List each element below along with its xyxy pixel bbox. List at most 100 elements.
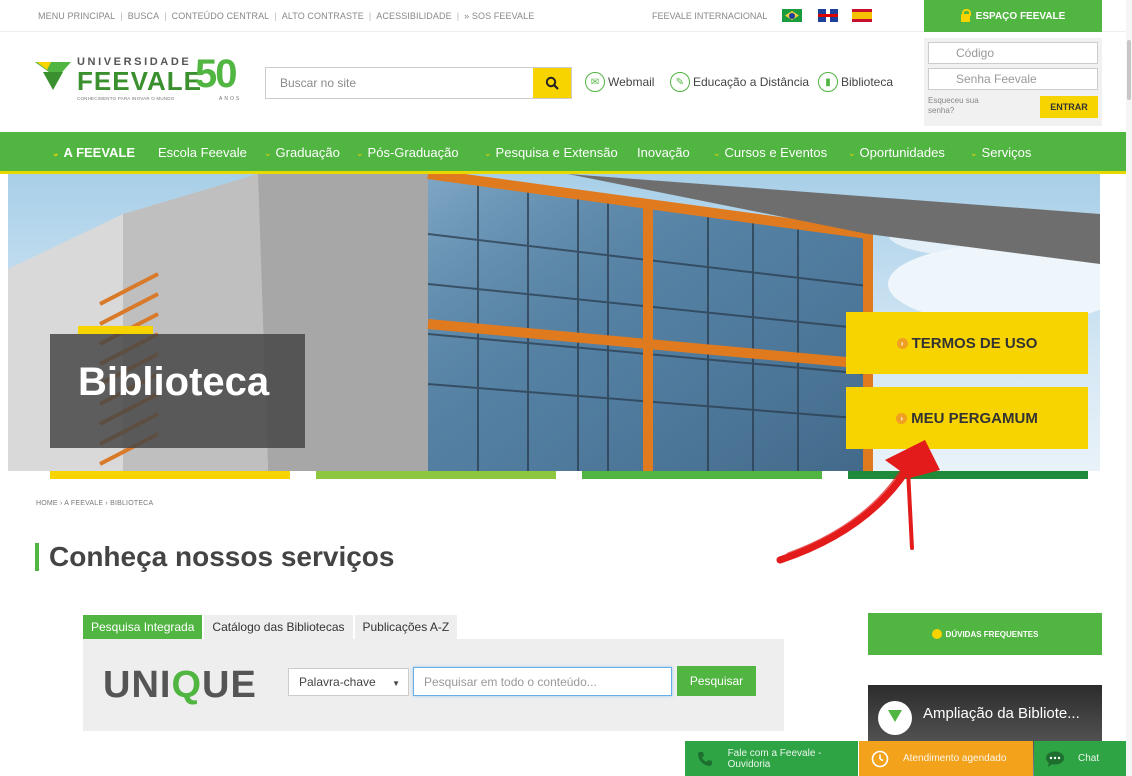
atendimento-label: Atendimento agendado [903, 753, 1007, 764]
phone-icon [695, 748, 716, 770]
unique-search-input[interactable] [413, 667, 672, 696]
nav-item-a-feevale[interactable]: ⌄ A FEEVALE [52, 145, 135, 160]
link-busca[interactable]: BUSCA [128, 11, 160, 21]
forgot-password-link[interactable]: Esqueceu sua senha? [928, 96, 988, 116]
nav-item-graduacao[interactable]: ⌄ Graduação [264, 145, 340, 160]
link-alto-contraste[interactable]: ALTO CONTRASTE [282, 11, 364, 21]
meu-pergamum-label: MEU PERGAMUM [911, 409, 1038, 427]
code-field[interactable] [928, 42, 1098, 64]
chevron-down-icon: ▼ [392, 679, 400, 688]
chevron-down-icon: ⌄ [848, 148, 856, 158]
separator: | [274, 11, 277, 21]
nav-item-servicos[interactable]: ⌄ Serviços [970, 145, 1031, 160]
termos-de-uso-button[interactable]: › TERMOS DE USO [846, 312, 1088, 374]
accent-strip-yellow [50, 471, 290, 479]
utility-links: MENU PRINCIPAL | BUSCA | CONTEÚDO CENTRAL |… [38, 11, 534, 21]
login-box: Esqueceu sua senha? ENTRAR [924, 38, 1102, 126]
chevron-right-icon: › [896, 412, 908, 424]
main-nav: ⌄ A FEEVALE Escola Feevale ⌄ Graduação ⌄ Pó… [0, 132, 1132, 174]
link-acessibilidade[interactable]: ACESSIBILIDADE [376, 11, 451, 21]
tab-publicacoes-az[interactable]: Publicações A-Z [354, 615, 458, 639]
spain-flag-icon[interactable] [852, 9, 872, 22]
book-icon: ▮ [818, 72, 838, 92]
chevron-right-icon [931, 629, 942, 639]
tab-pesquisa-integrada[interactable]: Pesquisa Integrada [83, 615, 203, 639]
nav-item-pesquisa-extensao[interactable]: ⌄ Pesquisa e Extensão [484, 145, 618, 160]
accent-strip-green [582, 471, 822, 479]
nav-item-pos-graduacao[interactable]: ⌄ Pós-Graduação [356, 145, 459, 160]
webmail-label: Webmail [608, 75, 655, 89]
nav-item-cursos-eventos[interactable]: ⌄ Cursos e Eventos [713, 145, 827, 160]
accent-strip-darkgreen [848, 471, 1088, 479]
meu-pergamum-button[interactable]: › MEU PERGAMUM [846, 387, 1088, 449]
search-input[interactable] [266, 68, 534, 98]
nav-item-oportunidades[interactable]: ⌄ Oportunidades [848, 145, 945, 160]
scrollbar-thumb[interactable] [1127, 40, 1131, 100]
separator: | [164, 11, 167, 21]
clock-icon [869, 748, 891, 770]
atendimento-agendado-button[interactable]: Atendimento agendado [859, 741, 1033, 776]
search-button[interactable] [533, 68, 571, 98]
link-sos-feevale[interactable]: » SOS FEEVALE [464, 11, 534, 21]
tv-feevale-logo-icon [878, 701, 912, 735]
search-tabs: Pesquisa Integrada Catálogo das Bibliote… [83, 615, 459, 639]
accent-strip-lightgreen [316, 471, 556, 479]
password-field[interactable] [928, 68, 1098, 90]
webmail-link[interactable]: ✉ Webmail [585, 70, 654, 94]
separator: | [368, 11, 372, 21]
chat-bubble-icon [1044, 748, 1066, 770]
page-scrollbar[interactable] [1126, 0, 1132, 776]
chevron-right-icon: › [896, 337, 908, 349]
logo-feevale-text: FEEVALE [77, 66, 202, 96]
logo-mark-icon [35, 62, 71, 90]
chevron-down-icon: ⌄ [970, 148, 978, 158]
chevron-down-icon: ⌄ [264, 148, 272, 158]
video-title: Ampliação da Bibliote... [923, 705, 1080, 722]
chevron-down-icon: ⌄ [356, 148, 364, 158]
espaco-feevale-button[interactable]: ESPAÇO FEEVALE [924, 0, 1102, 32]
hero-title-accent [78, 326, 153, 334]
tab-catalogo-bibliotecas[interactable]: Catálogo das Bibliotecas [204, 615, 353, 639]
feevale-logo[interactable]: UNIVERSIDADE FEEVALE CONHECIMENTO PARA I… [35, 52, 250, 108]
espaco-feevale-label: ESPAÇO FEEVALE [975, 10, 1066, 22]
termos-de-uso-label: TERMOS DE USO [911, 334, 1038, 352]
heading-accent-bar [35, 543, 39, 571]
logo-anos-text: ANOS [219, 96, 242, 102]
biblioteca-link[interactable]: ▮ Biblioteca [818, 70, 893, 94]
feevale-internacional-link[interactable]: FEEVALE INTERNACIONAL [652, 11, 767, 21]
nav-item-inovacao[interactable]: Inovação [637, 145, 690, 160]
ead-label: Educação a Distância [693, 75, 810, 89]
logo-tagline: CONHECIMENTO PARA INOVAR O MUNDO [77, 96, 175, 101]
utility-bar: MENU PRINCIPAL | BUSCA | CONTEÚDO CENTRAL |… [0, 0, 1132, 32]
chevron-down-icon: ⌄ [52, 148, 60, 158]
lock-icon [960, 9, 971, 22]
page-title: Biblioteca [78, 360, 270, 404]
section-heading: Conheça nossos serviços [35, 540, 394, 574]
logo-50-anos: 50 [195, 52, 237, 96]
biblioteca-label: Biblioteca [841, 75, 894, 89]
ouvidoria-button[interactable]: Fale com a Feevale - Ouvidoria [685, 741, 858, 776]
ead-link[interactable]: ✎ Educação a Distância [670, 70, 809, 94]
ouvidoria-label: Fale com a Feevale - Ouvidoria [727, 747, 822, 770]
brazil-flag-icon[interactable] [782, 9, 802, 22]
separator: | [456, 11, 460, 21]
breadcrumb[interactable]: HOME › A FEEVALE › BIBLIOTECA [36, 500, 153, 507]
separator: | [120, 11, 123, 21]
search-icon [545, 76, 559, 90]
uk-flag-icon[interactable] [818, 9, 838, 22]
pesquisar-button[interactable]: Pesquisar [677, 666, 756, 696]
search-type-select[interactable]: Palavra-chave ▼ [288, 668, 409, 696]
nav-item-escola-feevale[interactable]: Escola Feevale [158, 145, 247, 160]
chevron-down-icon: ⌄ [713, 148, 721, 158]
chat-label: Chat [1078, 753, 1100, 764]
select-value: Palavra-chave [299, 675, 376, 689]
chat-button[interactable]: Chat [1034, 741, 1129, 776]
duvidas-frequentes-button[interactable]: DÚVIDAS FREQUENTES [868, 613, 1102, 655]
link-menu-principal[interactable]: MENU PRINCIPAL [38, 11, 115, 21]
site-search [265, 67, 572, 99]
chevron-down-icon: ⌄ [484, 148, 492, 158]
mail-icon: ✉ [585, 72, 605, 92]
link-conteudo-central[interactable]: CONTEÚDO CENTRAL [172, 11, 270, 21]
entrar-button[interactable]: ENTRAR [1040, 96, 1098, 118]
unique-search-panel: UNIQUE Palavra-chave ▼ Pesquisar [83, 639, 784, 731]
